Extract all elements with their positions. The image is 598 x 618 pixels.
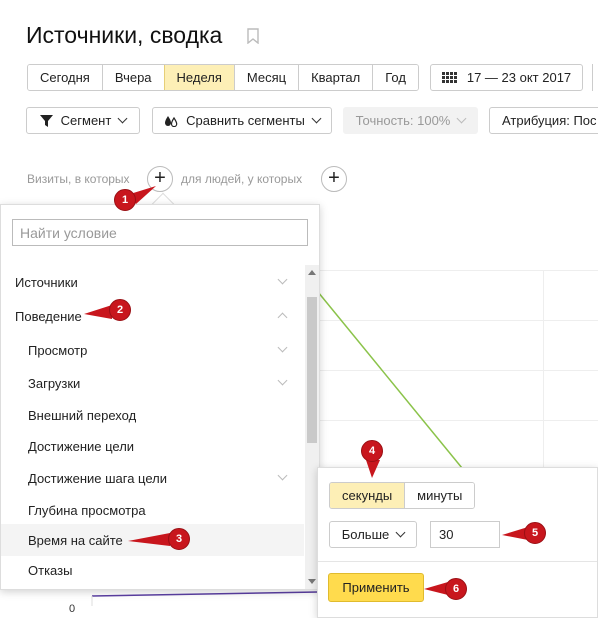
annotation-marker-4: 4 <box>361 440 383 462</box>
annotation-marker-3: 3 <box>168 528 190 550</box>
annotation-pointers <box>84 186 528 595</box>
annotation-marker-5: 5 <box>524 522 546 544</box>
marker-pointer-2 <box>84 305 112 319</box>
annotation-marker-2: 2 <box>109 299 131 321</box>
marker-pointer-3 <box>128 533 170 546</box>
annotation-marker-1: 1 <box>114 189 136 211</box>
marker-pointer-4 <box>366 460 380 478</box>
annotation-marker-6: 6 <box>445 578 467 600</box>
